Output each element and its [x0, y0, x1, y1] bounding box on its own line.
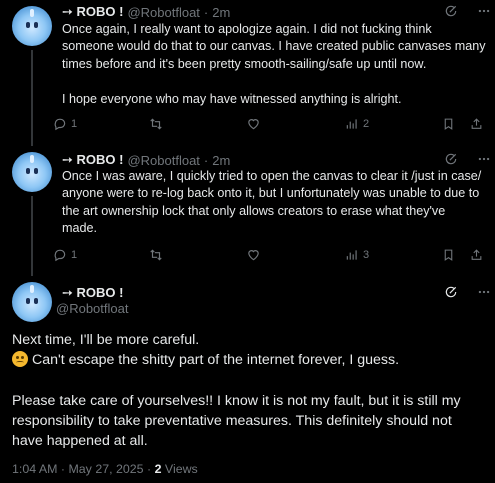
main-para-3: Please take care of yourselves!! I know … — [12, 392, 461, 450]
retweet-button[interactable] — [148, 248, 164, 262]
separator-dot: · — [203, 152, 209, 168]
like-button[interactable] — [246, 248, 261, 262]
views-count: 3 — [363, 249, 370, 261]
avatar[interactable] — [12, 6, 52, 46]
post-line: the art ownership lock that only allows … — [62, 203, 446, 218]
post-top-icons — [444, 4, 492, 18]
reply-button[interactable]: 1 — [53, 248, 77, 262]
share-button[interactable] — [470, 117, 483, 131]
edit-icon[interactable] — [444, 4, 458, 18]
post-top-icons — [444, 285, 492, 299]
views-label: Views — [161, 462, 198, 476]
post-actions: 1 2 — [0, 116, 495, 132]
thread-connector — [31, 196, 33, 276]
bookmark-button[interactable] — [442, 248, 455, 262]
more-icon[interactable] — [476, 285, 492, 299]
reply-icon — [53, 248, 67, 262]
post-header: ➙ ROBO ! @Robotfloat · 2m — [62, 152, 230, 168]
retweet-icon — [148, 248, 164, 262]
main-para-1: Next time, I'll be more careful. — [12, 332, 200, 348]
post-line: anyone were to re-log back onto it, but … — [62, 186, 480, 201]
frowning-emoji-icon — [12, 351, 28, 368]
reply-button[interactable]: 1 — [53, 117, 77, 131]
more-icon[interactable] — [476, 152, 492, 166]
handle[interactable]: @Robotfloat — [127, 153, 199, 168]
views-count: 2 — [363, 118, 370, 130]
bookmark-icon — [442, 117, 455, 131]
views-icon — [345, 248, 359, 262]
post-line: times before and it's been pretty smooth… — [62, 56, 427, 71]
post-header: ➙ ROBO ! @Robotfloat · 2m — [62, 4, 230, 20]
reply-icon — [53, 117, 67, 131]
post-header: ➙ ROBO ! — [62, 285, 123, 301]
post-line: Once again, I really want to apologize a… — [62, 22, 432, 36]
edit-icon[interactable] — [444, 152, 458, 166]
handle[interactable]: @Robotfloat — [56, 301, 128, 316]
like-button[interactable] — [246, 117, 261, 131]
bookmark-button[interactable] — [442, 117, 455, 131]
retweet-icon — [148, 117, 164, 131]
retweet-button[interactable] — [148, 117, 164, 131]
post-text: Once I was aware, I quickly tried to ope… — [62, 168, 492, 238]
post-line: I hope everyone who may have witnessed a… — [62, 91, 402, 106]
post-text: Once again, I really want to apologize a… — [62, 21, 492, 108]
like-icon — [246, 117, 261, 131]
post-datetime[interactable]: 1:04 AM · May 27, 2025 · — [12, 462, 155, 476]
post-meta: 1:04 AM · May 27, 2025 · 2 Views — [12, 462, 198, 476]
reply-count: 1 — [71, 118, 78, 130]
display-name[interactable]: ➙ ROBO ! — [62, 285, 123, 301]
post-top-icons — [444, 152, 492, 166]
post-line: someone would do that to our canvas. I h… — [62, 39, 486, 54]
like-icon — [246, 248, 261, 262]
avatar[interactable] — [12, 282, 52, 322]
handle-row: @Robotfloat — [52, 301, 128, 316]
post-line: Once I was aware, I quickly tried to ope… — [62, 169, 482, 183]
grok-icon[interactable] — [444, 285, 458, 299]
handle[interactable]: @Robotfloat — [127, 5, 199, 20]
share-icon — [470, 117, 483, 131]
post-actions: 1 3 — [0, 247, 495, 263]
reply-count: 1 — [71, 249, 78, 261]
timestamp[interactable]: 2m — [212, 153, 230, 168]
views-button[interactable]: 3 — [345, 248, 369, 262]
display-name[interactable]: ➙ ROBO ! — [62, 152, 123, 168]
bookmark-icon — [442, 248, 455, 262]
display-name[interactable]: ➙ ROBO ! — [62, 4, 123, 20]
post-line — [62, 73, 492, 90]
more-icon[interactable] — [476, 4, 492, 18]
views-icon — [345, 117, 359, 131]
main-para-2: Can't escape the shitty part of the inte… — [32, 352, 400, 369]
avatar[interactable] — [12, 152, 52, 192]
share-icon — [470, 248, 483, 262]
post-line: made. — [62, 221, 98, 236]
share-button[interactable] — [470, 248, 483, 262]
main-post-text: Next time, I'll be more careful. Can't e… — [12, 330, 482, 451]
separator-dot: · — [203, 4, 209, 20]
timestamp[interactable]: 2m — [212, 5, 230, 20]
views-button[interactable]: 2 — [345, 117, 369, 131]
